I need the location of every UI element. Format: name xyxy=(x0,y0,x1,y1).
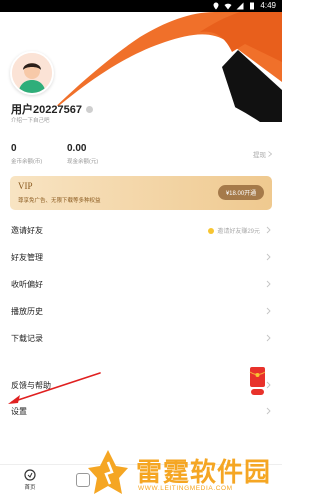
menu-item-label: 反馈与帮助 xyxy=(11,381,51,390)
withdraw-label: 提现 xyxy=(253,152,266,159)
chevron-right-icon xyxy=(266,334,271,342)
menu-item-download-records[interactable]: 下载记录 xyxy=(0,326,282,350)
vip-description: 尊享免广告、无限下载等多种权益 xyxy=(18,198,101,204)
coin-balance[interactable]: 0 金币余额(币) xyxy=(11,143,42,165)
status-time: 4:49 xyxy=(260,1,276,10)
red-packet-icon[interactable] xyxy=(249,366,266,396)
chevron-right-icon xyxy=(266,381,271,389)
menu-item-friend-management[interactable]: 好友管理 xyxy=(0,245,282,269)
cash-balance-label: 现金余额(元) xyxy=(67,159,99,165)
menu-item-label: 下载记录 xyxy=(11,334,43,343)
chevron-right-icon xyxy=(266,407,271,415)
vip-title: VIP xyxy=(18,181,33,191)
chevron-right-icon xyxy=(268,151,272,157)
menu-item-settings[interactable]: 设置 xyxy=(0,399,282,423)
vip-card[interactable]: VIP 尊享免广告、无限下载等多种权益 ¥18.00开通 xyxy=(10,176,272,210)
edit-profile-icon[interactable] xyxy=(85,105,93,113)
coin-balance-value: 0 xyxy=(11,143,17,154)
chevron-right-icon xyxy=(266,226,271,234)
menu-item-label: 设置 xyxy=(11,407,27,416)
invite-reward-text: 邀请好友赚29元 xyxy=(217,229,260,235)
status-icons: 4:49 xyxy=(212,1,276,11)
watermark-logo-icon xyxy=(88,450,128,494)
battery-icon xyxy=(250,2,255,10)
menu-item-play-history[interactable]: 播放历史 xyxy=(0,299,282,323)
wallet-stats: 0 金币余额(币) 0.00 现金余额(元) 提现 xyxy=(11,143,272,165)
cash-balance-value: 0.00 xyxy=(67,143,87,154)
watermark: 雷霆软件园 WWW.LEITINGMEDIA.COM xyxy=(86,448,282,500)
menu-item-feedback-help[interactable]: 反馈与帮助 xyxy=(0,373,282,397)
home-icon xyxy=(24,469,36,481)
invite-reward: 邀请好友赚29元 xyxy=(208,226,260,235)
wifi-icon xyxy=(224,3,232,10)
watermark-url: WWW.LEITINGMEDIA.COM xyxy=(138,485,233,492)
menu-item-listening-preference[interactable]: 收听偏好 xyxy=(0,272,282,296)
cash-balance[interactable]: 0.00 现金余额(元) xyxy=(67,143,98,165)
menu-item-invite-friends[interactable]: 邀请好友 邀请好友赚29元 xyxy=(0,218,282,242)
coin-icon xyxy=(208,227,215,234)
status-bar: 4:49 xyxy=(0,0,282,12)
chevron-right-icon xyxy=(266,280,271,288)
chevron-right-icon xyxy=(266,253,271,261)
coin-balance-label: 金币余额(币) xyxy=(11,159,43,165)
tab-home[interactable]: 首页 xyxy=(20,469,40,491)
username-row[interactable]: 用户20227567 xyxy=(11,101,93,117)
menu-item-label: 邀请好友 xyxy=(11,226,43,235)
chevron-right-icon xyxy=(266,307,271,315)
withdraw-button[interactable]: 提现 xyxy=(253,149,272,159)
profile-intro: 介绍一下自己吧 xyxy=(11,118,50,124)
vip-open-button[interactable]: ¥18.00开通 xyxy=(218,185,264,200)
avatar[interactable] xyxy=(10,51,54,95)
menu-item-label: 收听偏好 xyxy=(11,280,43,289)
signal-icon xyxy=(236,2,244,10)
menu-item-label: 播放历史 xyxy=(11,307,43,316)
menu-item-label: 好友管理 xyxy=(11,253,43,262)
location-icon xyxy=(213,2,219,10)
avatar-illustration xyxy=(12,53,52,93)
username: 用户20227567 xyxy=(11,104,82,116)
tab-home-label: 首页 xyxy=(24,485,36,491)
watermark-title: 雷霆软件园 xyxy=(136,457,272,487)
